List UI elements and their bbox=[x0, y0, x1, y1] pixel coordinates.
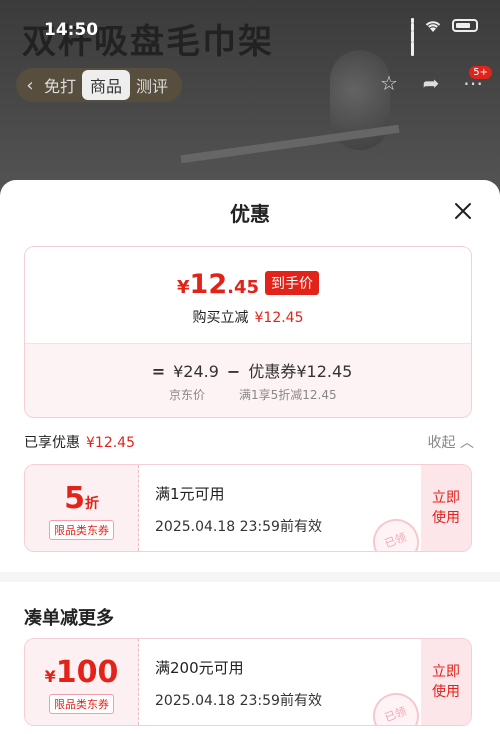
jd-price-label: 京东价 bbox=[169, 388, 206, 402]
instant-discount: 购买立减 ¥12.45 bbox=[192, 310, 304, 326]
jd-price: ¥24.9 bbox=[173, 362, 219, 381]
back-arrow-icon[interactable]: ‹ bbox=[22, 75, 38, 96]
coupon-expiry: 2025.04.18 23:59前有效 bbox=[155, 693, 322, 709]
coupon-value: ¥12.45 bbox=[296, 362, 353, 381]
final-price-card: ¥12.45 到手价 购买立减 ¥12.45 = ¥24.9− 优惠券¥12.45 京东… bbox=[24, 246, 472, 418]
final-price: ¥12.45 到手价 bbox=[25, 269, 471, 300]
sheet-title: 优惠 bbox=[230, 202, 270, 226]
close-icon[interactable] bbox=[452, 200, 474, 222]
claimed-stamp: 已领 bbox=[366, 512, 426, 551]
battery-icon bbox=[452, 18, 478, 32]
use-now-button[interactable]: 立即使用 bbox=[421, 465, 471, 551]
top-nav-pill: ‹ 免打 商品 测评 bbox=[16, 68, 182, 102]
section-divider bbox=[0, 572, 500, 582]
status-bar bbox=[411, 18, 478, 56]
coupon-value-block: 5折 限品类东券 bbox=[25, 465, 139, 551]
nav-tab-0[interactable]: 免打 bbox=[44, 73, 76, 97]
coupon-card: ¥100 限品类东券 满200元可用 2025.04.18 23:59前有效 已… bbox=[24, 638, 472, 726]
wifi-icon bbox=[424, 18, 442, 32]
coupon-expiry: 2025.04.18 23:59前有效 bbox=[155, 519, 322, 535]
coupon-condition: 满1元可用 bbox=[155, 485, 225, 503]
more-deals-title: 凑单减更多 bbox=[24, 608, 114, 629]
chevron-up-icon: ︿ bbox=[460, 435, 474, 451]
cart-badge: 5+ bbox=[469, 66, 492, 79]
discount-sheet: 优惠 ¥12.45 到手价 购买立减 ¥12.45 = ¥24.9− 优惠券¥12.45… bbox=[0, 180, 500, 734]
coupon-value-block: ¥100 限品类东券 bbox=[25, 639, 139, 725]
coupon-condition: 满200元可用 bbox=[155, 659, 244, 677]
enjoyed-discount: 已享优惠 ¥12.45 bbox=[24, 435, 135, 451]
coupon-label: 优惠券 bbox=[248, 362, 297, 381]
signal-icon bbox=[411, 18, 414, 56]
status-time: 14:50 bbox=[44, 20, 99, 40]
final-price-tag: 到手价 bbox=[265, 271, 319, 295]
claimed-stamp: 已领 bbox=[366, 686, 426, 725]
favorite-star-icon[interactable]: ☆ bbox=[374, 68, 404, 98]
coupon-card: 5折 限品类东券 满1元可用 2025.04.18 23:59前有效 已领 立即… bbox=[24, 464, 472, 552]
product-page-background: 双杆吸盘毛巾架 14:50 ‹ 免打 商品 测评 ☆ ➦ ⋯ 5+ bbox=[0, 0, 500, 200]
nav-tab-product[interactable]: 商品 bbox=[82, 70, 131, 100]
price-breakdown: = ¥24.9− 优惠券¥12.45 京东价 满1享5折减12.45 bbox=[25, 343, 471, 417]
collapse-button[interactable]: 收起 ︿ bbox=[428, 432, 474, 452]
coupon-rule: 满1享5折减12.45 bbox=[239, 388, 337, 402]
use-now-button[interactable]: 立即使用 bbox=[421, 639, 471, 725]
nav-tab-review[interactable]: 测评 bbox=[136, 73, 168, 97]
share-icon[interactable]: ➦ bbox=[416, 68, 446, 98]
coupon-type: 限品类东券 bbox=[49, 694, 114, 714]
coupon-type: 限品类东券 bbox=[49, 520, 114, 540]
